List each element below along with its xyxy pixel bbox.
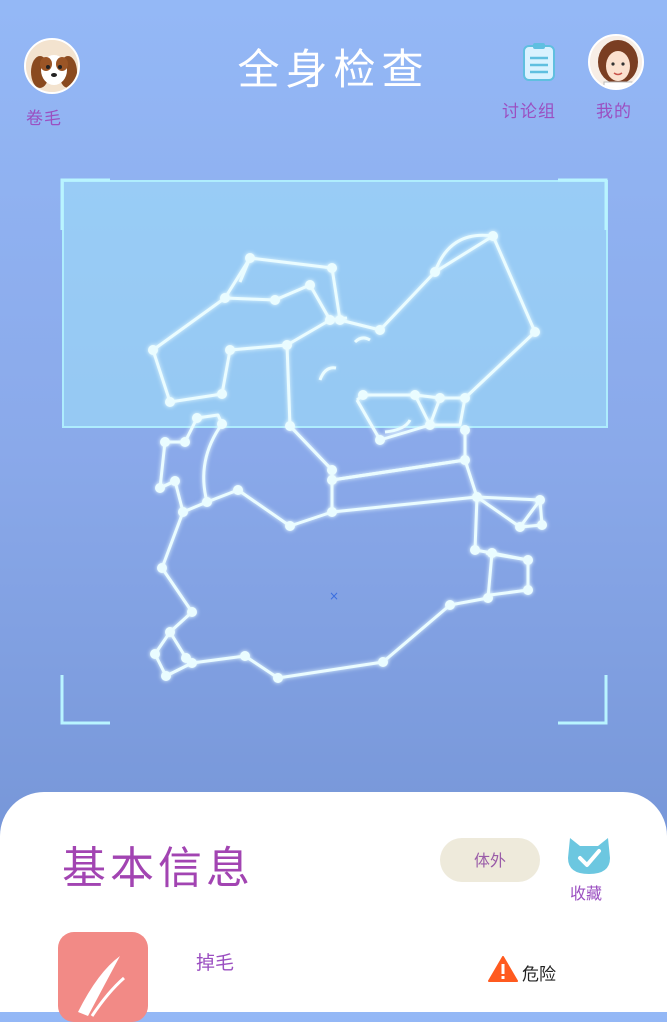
item-name: 掉毛	[196, 952, 235, 974]
cat-check-icon[interactable]	[566, 836, 612, 876]
clipboard-icon[interactable]	[522, 42, 556, 82]
discuss-group-label[interactable]: 讨论组	[502, 97, 556, 122]
center-marker: ×	[329, 589, 339, 603]
external-toggle-button[interactable]: 体外	[440, 838, 540, 882]
risk-label: 危险	[522, 965, 556, 985]
me-avatar[interactable]	[588, 34, 644, 90]
body-scan-area: ×	[0, 170, 667, 740]
item-thumbnail[interactable]	[58, 932, 148, 1022]
hair-strand-icon	[78, 956, 125, 1017]
page-title: 全身检查	[237, 45, 430, 94]
section-title: 基本信息	[62, 843, 254, 894]
favorite-label[interactable]: 收藏	[570, 880, 602, 904]
pet-label[interactable]: 卷毛	[26, 104, 62, 129]
basic-info-card: 基本信息 体外 收藏 掉毛 危险	[0, 792, 667, 1022]
me-label[interactable]: 我的	[596, 97, 632, 122]
scan-corners	[60, 178, 608, 725]
top-bar: 卷毛 全身检查 讨论组 我的	[0, 0, 667, 140]
warning-icon	[488, 956, 518, 982]
body-skeleton-diagram: ×	[60, 178, 608, 725]
